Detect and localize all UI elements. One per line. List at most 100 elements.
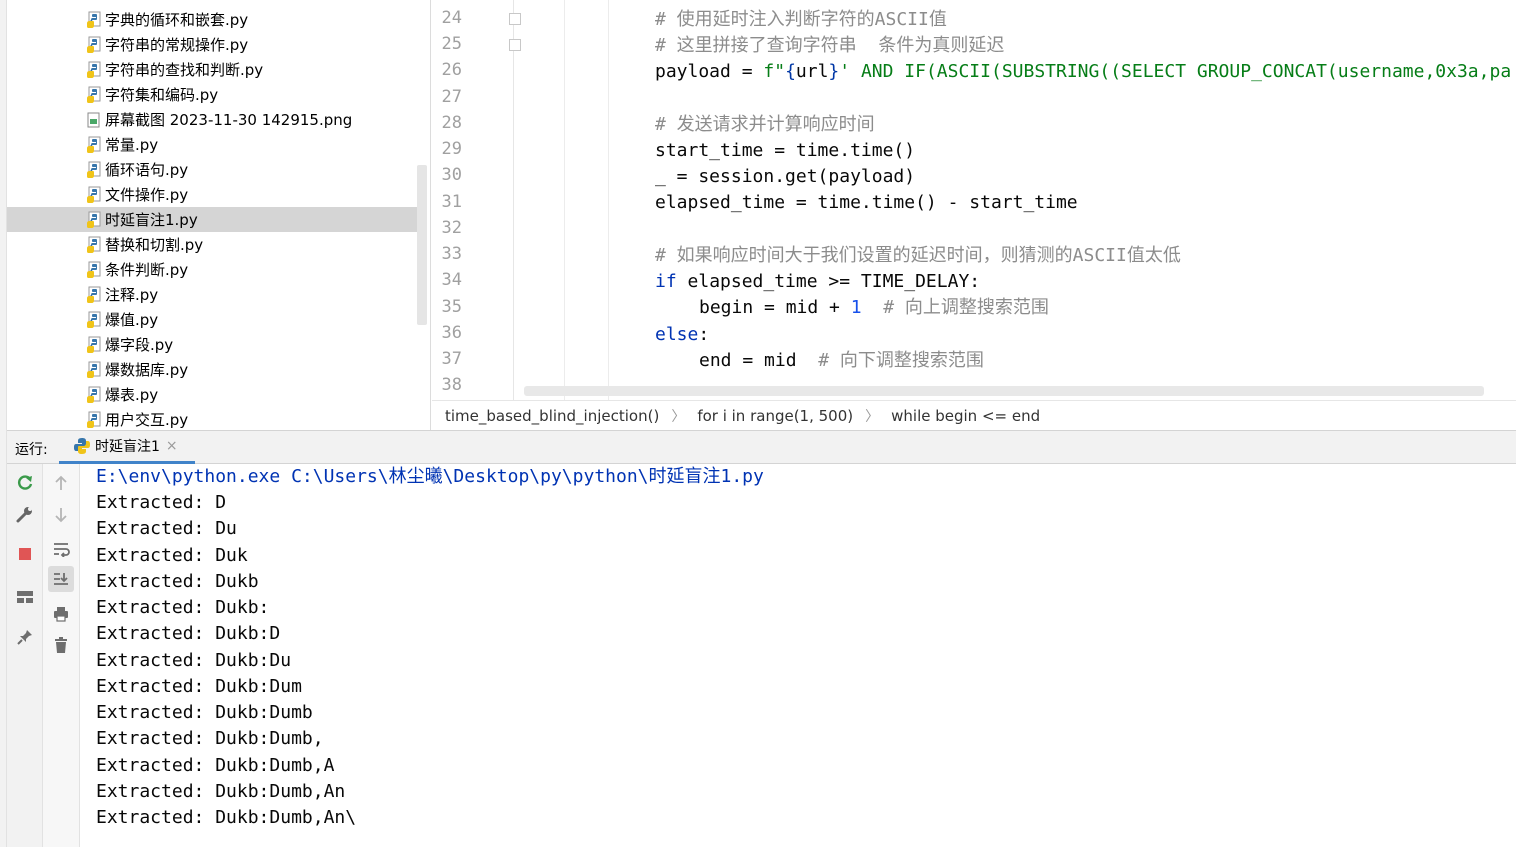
wrench-icon[interactable] bbox=[12, 501, 38, 527]
code-editor[interactable]: 24 25 26 27 28 29 30 31 32 33 34 35 36 3… bbox=[432, 0, 1516, 400]
file-item[interactable]: 常量.py bbox=[7, 132, 417, 157]
file-item[interactable]: 注释.py bbox=[7, 282, 417, 307]
code-text: elapsed_time = time.time() - start_time bbox=[655, 192, 1078, 213]
pin-icon[interactable] bbox=[12, 624, 38, 650]
fstring-brace: } bbox=[828, 61, 840, 82]
tab-run-config[interactable]: 时延盲注1 × bbox=[59, 431, 195, 464]
breadcrumb-item-for-loop[interactable]: for i in range(1, 500) bbox=[697, 407, 853, 425]
print-icon[interactable] bbox=[48, 601, 74, 627]
line-number: 33 bbox=[441, 244, 462, 264]
file-name: 注释.py bbox=[105, 286, 159, 304]
file-item[interactable]: 爆表.py bbox=[7, 382, 417, 407]
console-line: Extracted: Dukb: bbox=[96, 597, 270, 618]
trash-icon[interactable] bbox=[48, 632, 74, 658]
file-item[interactable]: 时延盲注1.py bbox=[7, 207, 417, 232]
python-file-icon bbox=[87, 36, 101, 53]
file-item[interactable]: 字典的循环和嵌套.py bbox=[7, 7, 417, 32]
code-line-36: else: bbox=[655, 322, 709, 348]
fstring-brace: { bbox=[785, 61, 796, 82]
keyword: if bbox=[655, 271, 677, 292]
up-arrow-icon[interactable] bbox=[48, 470, 74, 496]
file-name: 屏幕截图 2023-11-30 142915.png bbox=[105, 111, 353, 129]
file-name: 常量.py bbox=[105, 136, 159, 154]
project-tree-panel: 字典的循环和嵌套.py 字符串的常规操作.py 字符串的查找和判断.py 字符集和编码… bbox=[0, 0, 431, 430]
python-file-icon bbox=[87, 61, 101, 78]
code-text: begin = mid + bbox=[699, 297, 851, 318]
line-number: 25 bbox=[441, 34, 462, 54]
comment: # 这里拼接了查询字符串 条件为真则延迟 bbox=[655, 35, 1005, 56]
line-number: 28 bbox=[441, 113, 462, 133]
code-line-37: end = mid # 向下调整搜索范围 bbox=[699, 348, 984, 374]
console-output[interactable]: E:\env\python.exe C:\Users\林尘曦\Desktop\p… bbox=[80, 464, 1516, 847]
console-line: Extracted: Dukb:Dumb,A bbox=[96, 754, 335, 776]
image-file-icon bbox=[87, 112, 100, 127]
code-line-31: elapsed_time = time.time() - start_time bbox=[655, 190, 1078, 216]
code-line-25: # 这里拼接了查询字符串 条件为真则延迟 bbox=[655, 33, 1004, 59]
indent-guide bbox=[608, 0, 609, 400]
python-file-icon bbox=[87, 311, 101, 328]
left-edge-marks bbox=[0, 730, 6, 847]
code-line-33: # 如果响应时间大于我们设置的延迟时间，则猜测的ASCII值太低 bbox=[655, 243, 1181, 269]
file-name: 用户交互.py bbox=[105, 411, 189, 429]
scroll-to-end-icon[interactable] bbox=[48, 566, 74, 592]
breadcrumb: time_based_blind_injection() 〉 for i in … bbox=[432, 400, 1516, 430]
file-item[interactable]: 循环语句.py bbox=[7, 157, 417, 182]
file-item[interactable]: 字符串的常规操作.py bbox=[7, 32, 417, 57]
fold-marker-icon[interactable] bbox=[509, 13, 521, 25]
editor-horizontal-scrollbar[interactable] bbox=[524, 386, 1484, 396]
run-toolbar-secondary bbox=[43, 464, 80, 847]
close-icon[interactable]: × bbox=[166, 438, 178, 454]
file-item[interactable]: 爆数据库.py bbox=[7, 357, 417, 382]
code-text: url bbox=[795, 61, 829, 82]
file-item[interactable]: 条件判断.py bbox=[7, 257, 417, 282]
down-arrow-icon[interactable] bbox=[48, 502, 74, 528]
breadcrumb-item-while-loop[interactable]: while begin <= end bbox=[891, 407, 1040, 425]
run-toolbar-primary bbox=[7, 464, 43, 847]
python-file-icon bbox=[87, 336, 101, 353]
stop-icon[interactable] bbox=[12, 541, 38, 567]
file-item[interactable]: 替换和切割.py bbox=[7, 232, 417, 257]
breadcrumb-item-function[interactable]: time_based_blind_injection() bbox=[445, 407, 659, 425]
console-line: Extracted: Dukb:Dumb bbox=[96, 702, 313, 723]
code-line-28: # 发送请求并计算响应时间 bbox=[655, 112, 875, 138]
rerun-icon[interactable] bbox=[12, 470, 38, 496]
file-item[interactable]: 文件操作.py bbox=[7, 182, 417, 207]
file-item[interactable]: 屏幕截图 2023-11-30 142915.png bbox=[7, 107, 417, 132]
file-item[interactable]: 用户交互.py bbox=[7, 407, 417, 430]
line-number: 24 bbox=[441, 8, 462, 28]
number-literal: 1 bbox=[850, 297, 862, 318]
file-item[interactable]: 爆值.py bbox=[7, 307, 417, 332]
python-icon bbox=[74, 438, 90, 454]
tree-scrollbar[interactable] bbox=[417, 165, 427, 325]
code-line-35: begin = mid + 1 # 向上调整搜索范围 bbox=[699, 295, 1049, 321]
comment: # 如果响应时间大于我们设置的延迟时间，则猜测的ASCII值太低 bbox=[655, 245, 1181, 266]
python-file-icon bbox=[87, 86, 101, 103]
line-number: 30 bbox=[441, 165, 462, 185]
file-name: 字典的循环和嵌套.py bbox=[105, 11, 249, 29]
code-line-30: _ = session.get(payload) bbox=[655, 164, 915, 190]
file-name: 字符串的常规操作.py bbox=[105, 36, 249, 54]
file-name: 循环语句.py bbox=[105, 161, 189, 179]
fold-marker-icon[interactable] bbox=[509, 39, 521, 51]
line-number: 37 bbox=[441, 349, 462, 369]
comment: # 向下调整搜索范围 bbox=[796, 350, 984, 371]
line-number-gutter: 24 25 26 27 28 29 30 31 32 33 34 35 36 3… bbox=[432, 0, 514, 400]
breadcrumb-separator: 〉 bbox=[865, 408, 880, 425]
line-number: 36 bbox=[441, 323, 462, 343]
file-item[interactable]: 爆字段.py bbox=[7, 332, 417, 357]
run-tab-label: 时延盲注1 bbox=[95, 439, 160, 455]
console-line: Extracted: Dukb:Du bbox=[96, 649, 292, 671]
python-file-icon bbox=[87, 261, 101, 278]
code-text: elapsed_time >= TIME_DELAY: bbox=[676, 271, 981, 292]
file-item[interactable]: 字符串的查找和判断.py bbox=[7, 57, 417, 82]
file-item[interactable]: 字符集和编码.py bbox=[7, 82, 417, 107]
line-number: 29 bbox=[441, 139, 462, 159]
soft-wrap-icon[interactable] bbox=[48, 536, 74, 562]
code-text: end = mid bbox=[699, 350, 797, 371]
layout-icon[interactable] bbox=[12, 584, 38, 610]
python-file-icon bbox=[87, 361, 101, 378]
code-line-34: if elapsed_time >= TIME_DELAY: bbox=[655, 269, 980, 295]
python-file-icon bbox=[87, 286, 101, 303]
run-tool-window-header: 运行: 时延盲注1 × bbox=[7, 430, 1516, 464]
keyword: else bbox=[655, 324, 699, 345]
